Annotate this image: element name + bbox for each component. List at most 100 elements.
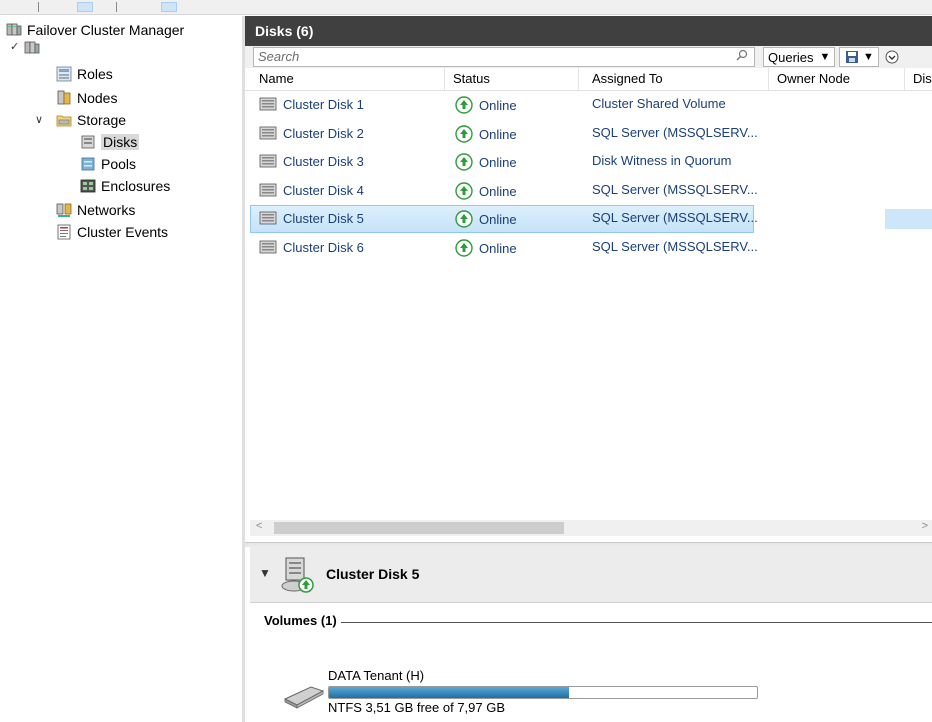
online-icon — [455, 153, 473, 171]
nodes-icon — [57, 90, 71, 105]
cluster-disk-icon — [259, 154, 277, 168]
horizontal-scrollbar[interactable]: < > — [250, 520, 932, 536]
scrollbar-thumb[interactable] — [274, 522, 564, 534]
queries-label: Queries — [768, 49, 814, 65]
status-cell: Online — [455, 239, 517, 257]
expand-options-button[interactable] — [883, 48, 901, 66]
name-cell: Cluster Disk 2 — [259, 125, 364, 141]
save-query-button[interactable]: ▼ — [839, 47, 880, 67]
tree-item-cluster-events[interactable]: Cluster Events — [56, 222, 168, 242]
toolbar-forward-button[interactable] — [77, 2, 93, 12]
networks-icon — [56, 203, 72, 217]
column-header-owner-node[interactable]: Owner Node — [777, 71, 850, 89]
scroll-right-icon[interactable]: > — [922, 520, 928, 532]
tree-item-networks[interactable]: Networks — [56, 200, 135, 220]
column-divider[interactable] — [904, 68, 905, 90]
disk-name: Cluster Disk 3 — [283, 153, 364, 169]
online-icon — [455, 96, 473, 114]
disk-name: Cluster Disk 5 — [283, 210, 364, 226]
assigned-cell: SQL Server (MSSQLSERV... — [592, 182, 758, 197]
column-header-disk[interactable]: Dis — [913, 71, 932, 89]
volume-stats: NTFS 3,51 GB free of 7,97 GB — [328, 700, 506, 715]
cluster-disk-icon — [259, 240, 277, 254]
disk-status: Online — [479, 154, 517, 170]
assigned-cell: SQL Server (MSSQLSERV... — [592, 210, 758, 225]
table-row[interactable]: Cluster Disk 2 Online SQL Server (MSSQLS… — [245, 120, 932, 147]
disk-status: Online — [479, 97, 517, 113]
tree-item-roles[interactable]: Roles — [56, 64, 113, 84]
table-row[interactable]: Cluster Disk 3 Online Disk Witness in Qu… — [245, 148, 932, 175]
toolbar-back-button[interactable] — [38, 2, 55, 12]
tree-item-disks[interactable]: Disks — [80, 132, 140, 152]
table-row[interactable]: Cluster Disk 6 Online SQL Server (MSSQLS… — [245, 234, 932, 261]
chevron-down-icon[interactable]: ∨ — [35, 113, 43, 126]
table-row-selected[interactable]: Cluster Disk 5 Online SQL Server (MSSQLS… — [245, 205, 932, 233]
cluster-disk-online-icon — [281, 557, 314, 593]
status-cell: Online — [455, 182, 517, 200]
column-divider[interactable] — [768, 68, 769, 90]
toolbar-help-button[interactable] — [161, 2, 177, 12]
assigned-cell: SQL Server (MSSQLSERV... — [592, 125, 758, 140]
disk-assigned-to: SQL Server (MSSQLSERV... — [592, 182, 758, 197]
collapse-chevron-icon[interactable]: ▼ — [259, 566, 271, 580]
cluster-icon — [24, 41, 40, 54]
storage-folder-icon — [56, 115, 72, 127]
status-cell: Online — [455, 96, 517, 114]
column-header-name[interactable]: Name — [259, 71, 294, 89]
cluster-disk-icon — [259, 211, 277, 225]
name-cell: Cluster Disk 3 — [259, 153, 364, 169]
assigned-cell: Disk Witness in Quorum — [592, 153, 731, 168]
row-highlight — [885, 209, 932, 229]
search-box — [253, 47, 755, 67]
volume-drive-icon — [283, 686, 325, 709]
scroll-left-icon[interactable]: < — [256, 520, 262, 532]
disk-name: Cluster Disk 6 — [283, 239, 364, 255]
assigned-cell: SQL Server (MSSQLSERV... — [592, 239, 758, 254]
volume-usage-bar — [328, 686, 758, 699]
search-icon[interactable] — [736, 49, 748, 61]
tree-label: Networks — [77, 202, 136, 218]
status-cell: Online — [455, 210, 517, 228]
volume-usage-fill — [329, 687, 569, 698]
disks-icon — [81, 135, 95, 149]
details-header: ▼ Cluster Disk 5 — [250, 546, 932, 603]
table-row[interactable]: Cluster Disk 1 Online Cluster Shared Vol… — [245, 91, 932, 118]
queries-button[interactable]: Queries ▼ — [763, 47, 836, 67]
toolbar-up-button[interactable] — [116, 2, 133, 12]
column-header-assigned-to[interactable]: Assigned To — [592, 71, 663, 89]
disk-assigned-to: Cluster Shared Volume — [592, 96, 726, 111]
details-title: Cluster Disk 5 — [326, 566, 420, 582]
disks-table: Cluster Disk 1 Online Cluster Shared Vol… — [245, 91, 932, 511]
tree-item-cluster-node[interactable] — [24, 38, 40, 58]
column-divider[interactable] — [444, 68, 445, 90]
disk-assigned-to: SQL Server (MSSQLSERV... — [592, 125, 758, 140]
online-icon — [455, 182, 473, 200]
tree-item-pools[interactable]: Pools — [80, 154, 136, 174]
disk-assigned-to: SQL Server (MSSQLSERV... — [592, 210, 758, 225]
cluster-manager-icon — [6, 23, 22, 36]
pane-title: Disks (6) — [245, 16, 932, 46]
search-input[interactable] — [254, 48, 718, 64]
tree-item-nodes[interactable]: Nodes — [56, 88, 117, 108]
name-cell: Cluster Disk 6 — [259, 239, 364, 255]
table-row[interactable]: Cluster Disk 4 Online SQL Server (MSSQLS… — [245, 177, 932, 204]
assigned-cell: Cluster Shared Volume — [592, 96, 726, 111]
save-icon — [845, 51, 858, 63]
column-header-status[interactable]: Status — [453, 71, 490, 89]
volume-label: DATA Tenant (H) — [328, 668, 425, 683]
tree-item-failover-cluster-manager[interactable]: Failover Cluster Manager — [6, 20, 184, 40]
disk-assigned-to: Disk Witness in Quorum — [592, 153, 732, 168]
disk-assigned-to: SQL Server (MSSQLSERV... — [592, 239, 758, 254]
tree-item-storage[interactable]: Storage — [56, 110, 126, 130]
cluster-events-icon — [57, 224, 71, 240]
tree-item-enclosures[interactable]: Enclosures — [80, 176, 170, 196]
disk-name: Cluster Disk 2 — [283, 125, 364, 141]
enclosures-icon — [80, 179, 96, 193]
column-divider[interactable] — [578, 68, 579, 90]
name-cell: Cluster Disk 5 — [259, 210, 364, 226]
search-bar: Queries ▼ ▼ — [245, 46, 932, 68]
toolbar — [0, 0, 932, 15]
chevron-down-icon[interactable]: ✓ — [10, 40, 19, 53]
disk-status: Online — [479, 126, 517, 142]
status-cell: Online — [455, 153, 517, 171]
